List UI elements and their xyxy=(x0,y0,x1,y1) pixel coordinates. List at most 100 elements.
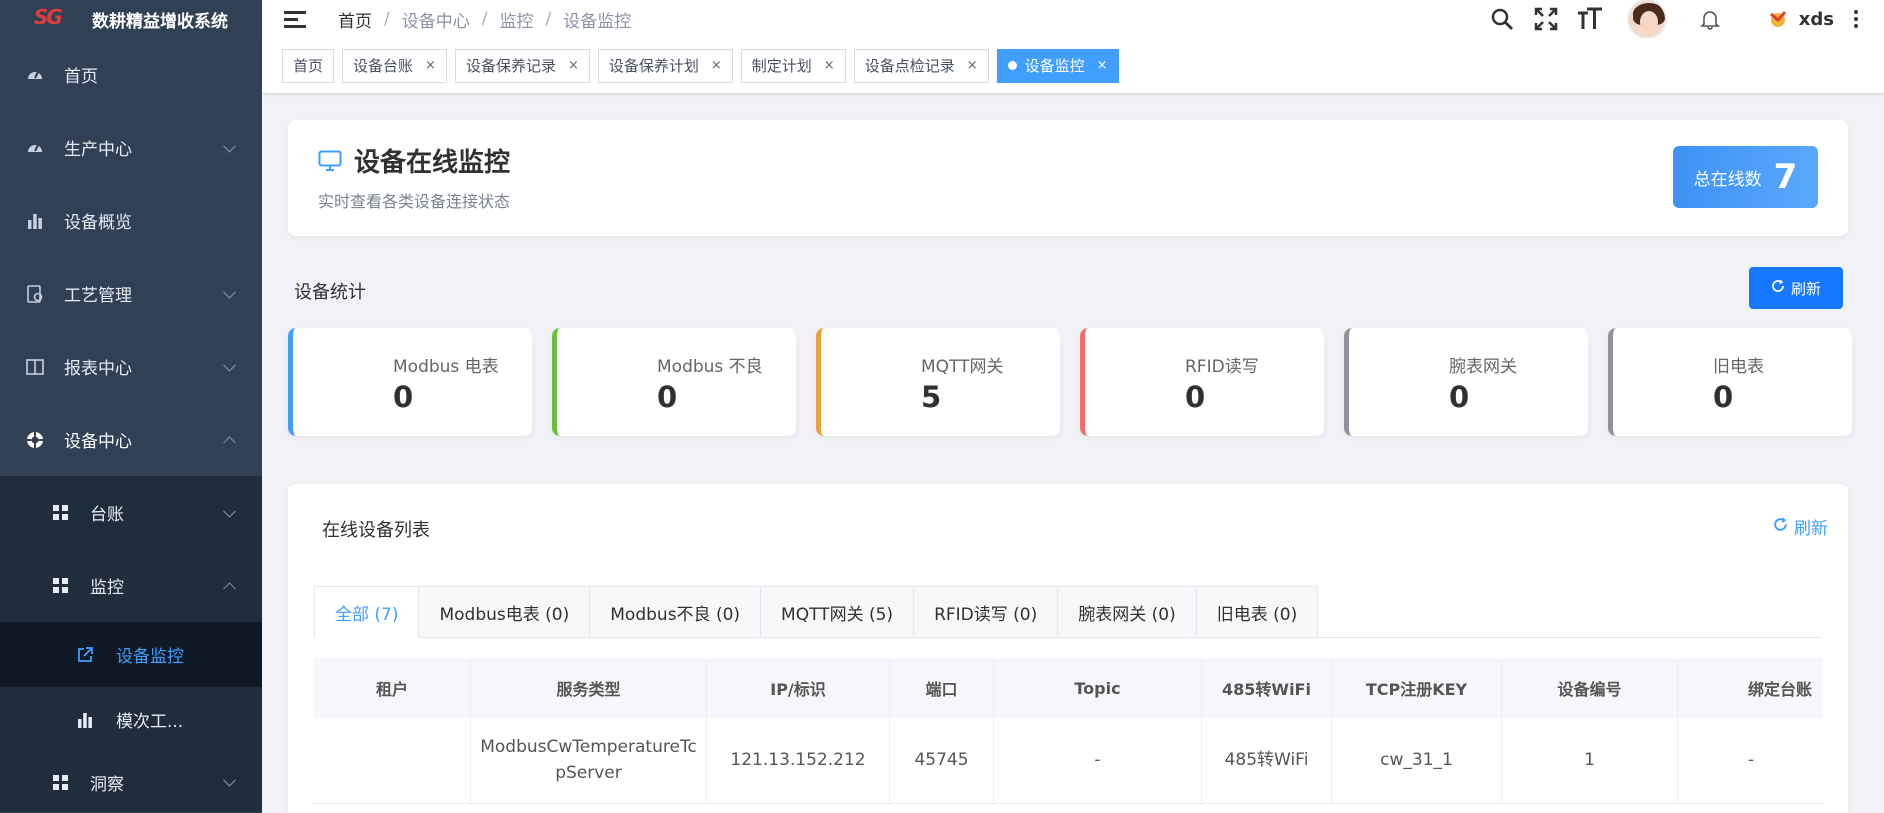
close-icon[interactable]: × xyxy=(425,58,436,73)
font-size-icon[interactable] xyxy=(1577,6,1603,32)
stat-label: Modbus 不良 xyxy=(657,357,763,377)
breadcrumb-item-equipment-center: 设备中心 xyxy=(401,11,470,32)
device-table: 租户 服务类型 IP/标识 端口 Topic 485转WiFi TCP注册KEY… xyxy=(314,658,1822,804)
tab-rfid[interactable]: RFID读写 (0) xyxy=(914,586,1059,638)
tag-inspection-record[interactable]: 设备点检记录 × xyxy=(853,48,989,83)
stat-card-watch-gateway: 腕表网关 0 xyxy=(1344,328,1588,436)
breadcrumb: 首页 / 设备中心 / 监控 / 设备监控 xyxy=(338,7,631,32)
logo[interactable]: SG 数耕精益增收系统 xyxy=(0,0,262,38)
sidebar-item-label: 首页 xyxy=(64,67,98,87)
close-icon[interactable]: × xyxy=(568,58,579,73)
sidebar-item-label: 生产中心 xyxy=(64,140,132,160)
sidebar-item-label: 设备概览 xyxy=(64,213,132,233)
stat-label: 腕表网关 xyxy=(1449,357,1517,377)
external-link-icon xyxy=(76,646,94,664)
column-header: 端口 xyxy=(890,658,994,718)
total-online-count: 7 xyxy=(1773,157,1798,197)
tab-all[interactable]: 全部 (7) xyxy=(314,586,420,638)
table-cell: 121.13.152.212 xyxy=(707,718,890,803)
sidebar-item-label: 设备中心 xyxy=(64,432,132,452)
tag-maintenance-record[interactable]: 设备保养记录 × xyxy=(454,48,590,83)
table-cell xyxy=(314,718,471,803)
tag-equipment-ledger[interactable]: 设备台账 × xyxy=(342,48,447,83)
stats-cards: Modbus 电表 0 Modbus 不良 0 MQTT网关 5 RFID读写 … xyxy=(288,328,1852,436)
stat-label: 旧电表 xyxy=(1713,357,1764,377)
grid-icon xyxy=(52,505,68,521)
sidebar-item-label: 模次工... xyxy=(116,712,184,732)
tab-old-meter[interactable]: 旧电表 (0) xyxy=(1196,586,1319,638)
chevron-down-icon xyxy=(223,285,236,299)
stat-label: RFID读写 xyxy=(1185,357,1259,377)
column-header: 绑定台账 xyxy=(1748,680,1813,699)
sidebar-item-equipment-monitor[interactable]: 设备监控 xyxy=(0,622,262,687)
tag-label: 设备保养计划 xyxy=(608,57,699,75)
page-title: 设备在线监控 xyxy=(318,142,510,179)
active-dot-icon xyxy=(1007,61,1017,70)
tag-label: 设备保养记录 xyxy=(465,57,556,75)
tag-home[interactable]: 首页 xyxy=(282,48,335,83)
top-header: 首页 / 设备中心 / 监控 / 设备监控 xds xyxy=(262,0,1884,39)
user-icon[interactable] xyxy=(1767,8,1789,30)
page-title-text: 设备在线监控 xyxy=(354,148,511,178)
chevron-down-icon xyxy=(223,358,236,372)
sidebar-item-production[interactable]: 生产中心 xyxy=(0,111,262,184)
breadcrumb-item-home[interactable]: 首页 xyxy=(338,7,372,32)
tag-label: 设备监控 xyxy=(1024,57,1085,75)
close-icon[interactable]: × xyxy=(967,58,978,73)
stat-value: 5 xyxy=(921,380,942,414)
sidebar-item-equipment-overview[interactable]: 设备概览 xyxy=(0,184,262,257)
bar-chart-icon xyxy=(26,212,44,230)
sidebar-item-mold-work[interactable]: 模次工... xyxy=(0,687,262,752)
total-online-label: 总在线数 xyxy=(1693,169,1762,190)
avatar[interactable] xyxy=(1626,0,1667,39)
chevron-down-icon xyxy=(223,504,236,518)
sidebar-item-equipment-center[interactable]: 设备中心 xyxy=(0,403,262,476)
bell-icon[interactable] xyxy=(1697,6,1723,32)
search-icon[interactable] xyxy=(1489,6,1515,32)
list-refresh-button[interactable]: 刷新 xyxy=(1773,514,1828,539)
tab-modbus-meter[interactable]: Modbus电表 (0) xyxy=(419,586,591,638)
column-header: 服务类型 xyxy=(471,658,707,718)
fullscreen-icon[interactable] xyxy=(1533,6,1559,32)
menu-toggle-icon[interactable] xyxy=(284,10,306,28)
close-icon[interactable]: × xyxy=(711,58,722,73)
sidebar-item-label: 监控 xyxy=(90,578,124,598)
chevron-up-icon xyxy=(223,435,236,449)
tab-mqtt-gateway[interactable]: MQTT网关 (5) xyxy=(761,586,915,638)
sidebar-item-label: 设备监控 xyxy=(116,647,184,667)
breadcrumb-separator: / xyxy=(384,9,390,29)
tag-maintenance-plan[interactable]: 设备保养计划 × xyxy=(597,48,733,83)
sidebar-item-label: 台账 xyxy=(90,505,124,525)
sidebar-item-monitor[interactable]: 监控 xyxy=(0,549,262,622)
table-row[interactable]: ModbusCwTemperatureTcpServer 121.13.152.… xyxy=(314,718,1822,804)
tag-label: 设备点检记录 xyxy=(864,57,955,75)
refresh-icon xyxy=(1771,279,1785,297)
sidebar-item-home[interactable]: 首页 xyxy=(0,38,262,111)
table-header: 租户 服务类型 IP/标识 端口 Topic 485转WiFi TCP注册KEY… xyxy=(314,658,1822,718)
table-cell: 485转WiFi xyxy=(1202,718,1332,803)
sidebar-item-ledger[interactable]: 台账 xyxy=(0,476,262,549)
chevron-up-icon xyxy=(223,581,236,595)
more-icon[interactable] xyxy=(1854,10,1858,28)
stat-value: 0 xyxy=(1185,380,1206,414)
close-icon[interactable]: × xyxy=(824,58,835,73)
refresh-label: 刷新 xyxy=(1794,519,1828,539)
tag-make-plan[interactable]: 制定计划 × xyxy=(740,48,846,83)
sidebar-item-insight[interactable]: 洞察 xyxy=(0,752,262,812)
sidebar: SG 数耕精益增收系统 首页 生产中心 设备概览 工艺管理 报表中心 设备中心 … xyxy=(0,0,262,813)
stats-refresh-button[interactable]: 刷新 xyxy=(1749,267,1843,309)
tab-watch-gateway[interactable]: 腕表网关 (0) xyxy=(1058,586,1197,638)
sidebar-item-reports[interactable]: 报表中心 xyxy=(0,330,262,403)
sidebar-item-label: 工艺管理 xyxy=(64,286,132,306)
sidebar-item-label: 报表中心 xyxy=(64,359,132,379)
sidebar-item-process[interactable]: 工艺管理 xyxy=(0,257,262,330)
stat-label: Modbus 电表 xyxy=(393,357,499,377)
tag-equipment-monitor[interactable]: 设备监控 × xyxy=(996,48,1119,83)
column-header: 租户 xyxy=(314,658,471,718)
chevron-down-icon xyxy=(223,773,236,787)
book-icon xyxy=(26,358,44,376)
user-name[interactable]: xds xyxy=(1799,9,1834,30)
close-icon[interactable]: × xyxy=(1097,58,1108,73)
tab-modbus-defect[interactable]: Modbus不良 (0) xyxy=(590,586,762,638)
breadcrumb-separator: / xyxy=(481,9,488,29)
